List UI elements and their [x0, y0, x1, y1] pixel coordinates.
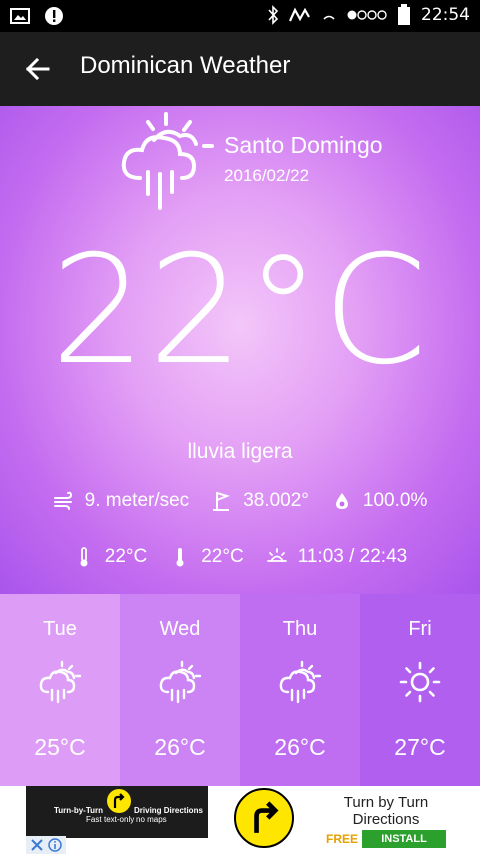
forecast-day-temp: 27°C [394, 734, 446, 760]
app-title: Dominican Weather [80, 52, 291, 79]
back-arrow-icon[interactable] [22, 52, 56, 86]
data-signal-icon [289, 7, 310, 22]
app-bar: Dominican Weather [0, 32, 480, 106]
observation-date: 2016/02/22 [224, 166, 310, 185]
ad-left-note: no maps [136, 815, 167, 824]
ad-install-button[interactable]: INSTALL [362, 830, 446, 848]
ad-content[interactable]: Turn-by-Turn Driving Directions Fast tex… [26, 786, 454, 854]
turn-arrow-logo-icon[interactable] [234, 788, 294, 848]
details-row-wind-humidity: 9. meter/sec 38.002° 100.0% [0, 490, 480, 512]
forecast-day-name: Fri [408, 618, 432, 640]
thermometer-low-icon [80, 547, 88, 567]
weather-description: lluvia ligera [187, 440, 293, 463]
ad-left-banner[interactable]: Turn-by-Turn Driving Directions Fast tex… [26, 786, 208, 838]
forecast-day[interactable]: Wed 26°C [120, 594, 240, 786]
wind-icon [53, 491, 72, 510]
wind-direction: 38.002° [243, 490, 309, 511]
gallery-notification-icon [10, 8, 30, 24]
forecast-day-name: Wed [159, 618, 201, 640]
turn-arrow-logo-small-icon [107, 789, 131, 813]
signal-dots-icon [347, 10, 387, 20]
forecast-day-name: Tue [43, 618, 77, 640]
cloud-rain-sun-icon [279, 660, 322, 704]
forecast-day[interactable]: Fri 27°C [360, 594, 480, 786]
temp-min: 22°C [104, 546, 148, 567]
forecast-strip: Tue 25°C Wed 26°C Thu 26°C Fri 27°C [0, 594, 480, 786]
ad-left-title: Turn-by-Turn [54, 806, 104, 815]
forecast-day[interactable]: Tue 25°C [0, 594, 120, 786]
city-name: Santo Domingo [224, 132, 383, 158]
ad-banner[interactable]: Turn-by-Turn Driving Directions Fast tex… [0, 786, 480, 854]
forecast-day[interactable]: Thu 26°C [240, 594, 360, 786]
details-row-temp-sun: 22°C 22°C 11:03 / 22:43 [0, 546, 480, 568]
close-icon[interactable] [30, 838, 44, 852]
thermometer-high-icon [176, 548, 184, 567]
sunrise-sunset-times: 11:03 / 22:43 [297, 546, 408, 567]
current-temperature: 22°C [50, 224, 430, 398]
bluetooth-icon [268, 5, 279, 25]
cloud-rain-sun-icon [39, 660, 82, 704]
ad-free-label: FREE [326, 832, 359, 846]
battery-icon [398, 4, 410, 25]
forecast-day-temp: 26°C [274, 734, 326, 760]
ad-info-icon[interactable] [48, 838, 62, 852]
forecast-day-temp: 25°C [34, 734, 86, 760]
temp-max: 22°C [201, 546, 244, 567]
sun-icon [399, 661, 441, 703]
forecast-day-name: Thu [282, 618, 318, 640]
sunrise-sunset-icon [266, 548, 287, 562]
ad-left-subtitle: Driving Directions [134, 806, 203, 815]
cloud-rain-sun-icon [121, 112, 214, 210]
forecast-day-temp: 26°C [154, 734, 206, 760]
wind-direction-flag-icon [213, 492, 231, 511]
status-time: 22:54 [421, 5, 470, 25]
alert-notification-icon [45, 7, 63, 25]
status-bar: 22:54 [0, 0, 480, 32]
ad-title[interactable]: Turn by Turn Directions [316, 794, 456, 829]
wind-speed: 9. meter/sec [84, 490, 190, 511]
ad-left-note: text-only [104, 815, 135, 824]
humidity-drop-icon [335, 493, 348, 509]
ad-left-note: Fast [86, 815, 102, 824]
wifi-icon [323, 15, 335, 20]
cloud-rain-sun-icon [159, 660, 202, 704]
current-weather-panel: Santo Domingo 2016/02/22 22°C lluvia lig… [0, 106, 480, 594]
ad-choices[interactable] [26, 836, 66, 854]
humidity: 100.0% [362, 490, 428, 511]
